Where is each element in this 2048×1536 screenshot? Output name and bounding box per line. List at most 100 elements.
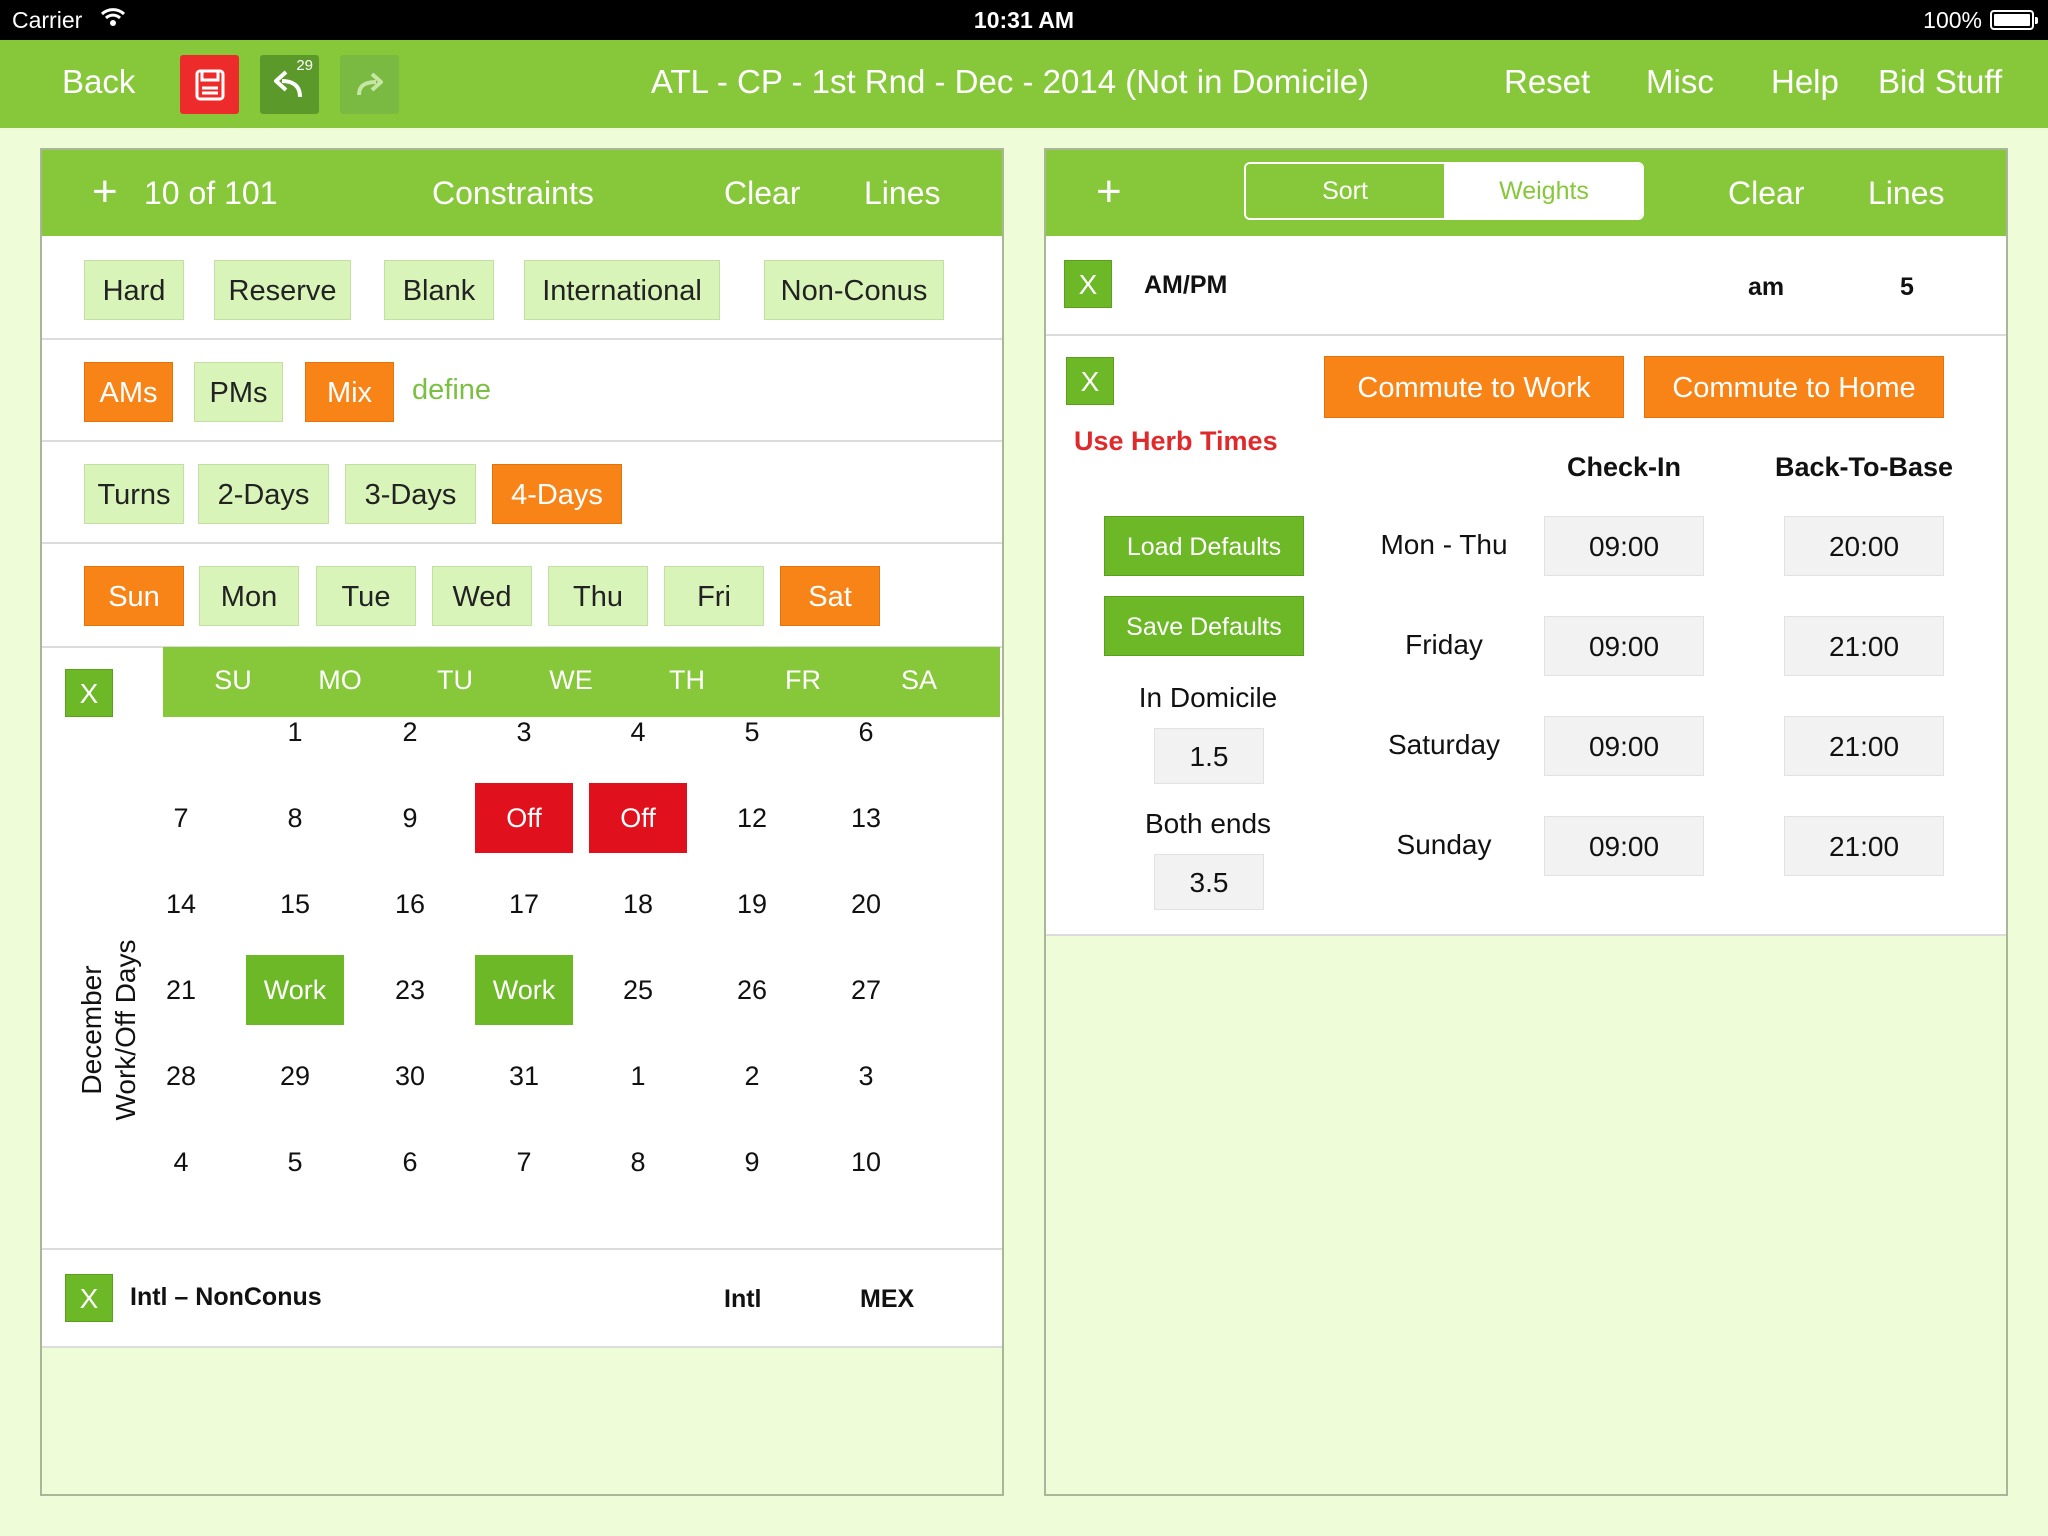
calendar-day-work[interactable]: Work	[246, 955, 344, 1025]
chip-sun[interactable]: Sun	[84, 566, 184, 626]
calendar-day-work[interactable]: Work	[475, 955, 573, 1025]
chip-thu[interactable]: Thu	[548, 566, 648, 626]
chip-fri[interactable]: Fri	[664, 566, 764, 626]
constraints-clear-button[interactable]: Clear	[724, 173, 800, 213]
calendar-day[interactable]: 5	[246, 1127, 344, 1197]
intl-remove-button[interactable]: X	[65, 1274, 113, 1322]
calendar-day[interactable]: 16	[361, 869, 459, 939]
chip-non-conus[interactable]: Non-Conus	[764, 260, 944, 320]
calendar-day[interactable]: 9	[703, 1127, 801, 1197]
intl-country[interactable]: MEX	[860, 1285, 914, 1314]
calendar-day[interactable]: 17	[475, 869, 573, 939]
back-to-base-time-field[interactable]: 21:00	[1784, 716, 1944, 776]
back-to-base-time-field[interactable]: 21:00	[1784, 816, 1944, 876]
back-button[interactable]: Back	[62, 60, 135, 104]
redo-button[interactable]	[340, 55, 399, 114]
calendar-day[interactable]: 29	[246, 1041, 344, 1111]
calendar-day[interactable]: 26	[703, 955, 801, 1025]
misc-button[interactable]: Misc	[1646, 60, 1714, 104]
calendar-day[interactable]: 9	[361, 783, 459, 853]
tab-weights[interactable]: Weights	[1444, 164, 1642, 218]
calendar-day[interactable]: 19	[703, 869, 801, 939]
calendar-remove-button[interactable]: X	[65, 669, 113, 717]
save-button[interactable]	[180, 55, 239, 114]
calendar-day-off[interactable]: Off	[589, 783, 687, 853]
calendar-day[interactable]: 23	[361, 955, 459, 1025]
calendar-day[interactable]: 31	[475, 1041, 573, 1111]
calendar-day[interactable]: 12	[703, 783, 801, 853]
calendar-day[interactable]: 14	[132, 869, 230, 939]
chip-2-days[interactable]: 2-Days	[198, 464, 329, 524]
in-domicile-field[interactable]: 1.5	[1154, 728, 1264, 784]
calendar-day[interactable]: 15	[246, 869, 344, 939]
chip-reserve[interactable]: Reserve	[214, 260, 351, 320]
check-in-time-field[interactable]: 09:00	[1544, 716, 1704, 776]
both-ends-field[interactable]: 3.5	[1154, 854, 1264, 910]
define-link[interactable]: define	[412, 374, 491, 407]
chip-international[interactable]: International	[524, 260, 720, 320]
chip-blank[interactable]: Blank	[384, 260, 494, 320]
calendar-day[interactable]: 8	[246, 783, 344, 853]
help-button[interactable]: Help	[1771, 60, 1839, 104]
chip-hard[interactable]: Hard	[84, 260, 184, 320]
tab-sort[interactable]: Sort	[1246, 164, 1444, 218]
check-in-time-field[interactable]: 09:00	[1544, 616, 1704, 676]
ampm-remove-button[interactable]: X	[1064, 260, 1112, 308]
chip-sat[interactable]: Sat	[780, 566, 880, 626]
calendar-day[interactable]: 18	[589, 869, 687, 939]
intl-type[interactable]: Intl	[724, 1285, 762, 1314]
back-to-base-time-field[interactable]: 21:00	[1784, 616, 1944, 676]
calendar-day[interactable]: 25	[589, 955, 687, 1025]
constraints-lines-button[interactable]: Lines	[864, 173, 941, 213]
calendar-day[interactable]: 6	[817, 697, 915, 767]
add-constraint-icon[interactable]: +	[92, 170, 118, 214]
calendar-day[interactable]: 6	[361, 1127, 459, 1197]
calendar-day[interactable]: 7	[132, 783, 230, 853]
add-weight-icon[interactable]: +	[1096, 170, 1122, 214]
save-defaults-button[interactable]: Save Defaults	[1104, 596, 1304, 656]
calendar-day[interactable]: 28	[132, 1041, 230, 1111]
bid-stuff-button[interactable]: Bid Stuff	[1878, 60, 2002, 104]
calendar-day[interactable]: 27	[817, 955, 915, 1025]
chip-4-days[interactable]: 4-Days	[492, 464, 622, 524]
calendar-day[interactable]: 1	[589, 1041, 687, 1111]
chip-wed[interactable]: Wed	[432, 566, 532, 626]
check-in-time-field[interactable]: 09:00	[1544, 816, 1704, 876]
chip-3-days[interactable]: 3-Days	[345, 464, 476, 524]
check-in-time-field[interactable]: 09:00	[1544, 516, 1704, 576]
calendar-day[interactable]: 7	[475, 1127, 573, 1197]
calendar-day[interactable]: 10	[817, 1127, 915, 1197]
calendar-day[interactable]: 2	[361, 697, 459, 767]
commute-to-home-button[interactable]: Commute to Home	[1644, 356, 1944, 418]
use-herb-times-link[interactable]: Use Herb Times	[1074, 426, 1278, 457]
calendar-day[interactable]: 21	[132, 955, 230, 1025]
calendar-day[interactable]: 4	[589, 697, 687, 767]
calendar-day[interactable]: 30	[361, 1041, 459, 1111]
calendar-day[interactable]: 5	[703, 697, 801, 767]
chip-mix[interactable]: Mix	[305, 362, 394, 422]
calendar-day[interactable]: 20	[817, 869, 915, 939]
calendar-day[interactable]: 1	[246, 697, 344, 767]
calendar-day-off[interactable]: Off	[475, 783, 573, 853]
chip-pms[interactable]: PMs	[194, 362, 283, 422]
reset-button[interactable]: Reset	[1504, 60, 1590, 104]
calendar-day[interactable]: 4	[132, 1127, 230, 1197]
back-to-base-time-field[interactable]: 20:00	[1784, 516, 1944, 576]
load-defaults-button[interactable]: Load Defaults	[1104, 516, 1304, 576]
calendar-day[interactable]: 3	[817, 1041, 915, 1111]
calendar-day[interactable]: 8	[589, 1127, 687, 1197]
undo-button[interactable]: 29	[260, 55, 319, 114]
calendar-day[interactable]: 13	[817, 783, 915, 853]
calendar-day[interactable]: 2	[703, 1041, 801, 1111]
ampm-weight[interactable]: 5	[1900, 273, 1914, 302]
ampm-value[interactable]: am	[1748, 273, 1784, 302]
chip-turns[interactable]: Turns	[84, 464, 184, 524]
commute-remove-button[interactable]: X	[1066, 357, 1114, 405]
weights-lines-button[interactable]: Lines	[1868, 173, 1945, 213]
chip-tue[interactable]: Tue	[316, 566, 416, 626]
chip-mon[interactable]: Mon	[199, 566, 299, 626]
commute-to-work-button[interactable]: Commute to Work	[1324, 356, 1624, 418]
calendar-day[interactable]: 3	[475, 697, 573, 767]
chip-ams[interactable]: AMs	[84, 362, 173, 422]
calendar-day[interactable]	[132, 697, 230, 767]
